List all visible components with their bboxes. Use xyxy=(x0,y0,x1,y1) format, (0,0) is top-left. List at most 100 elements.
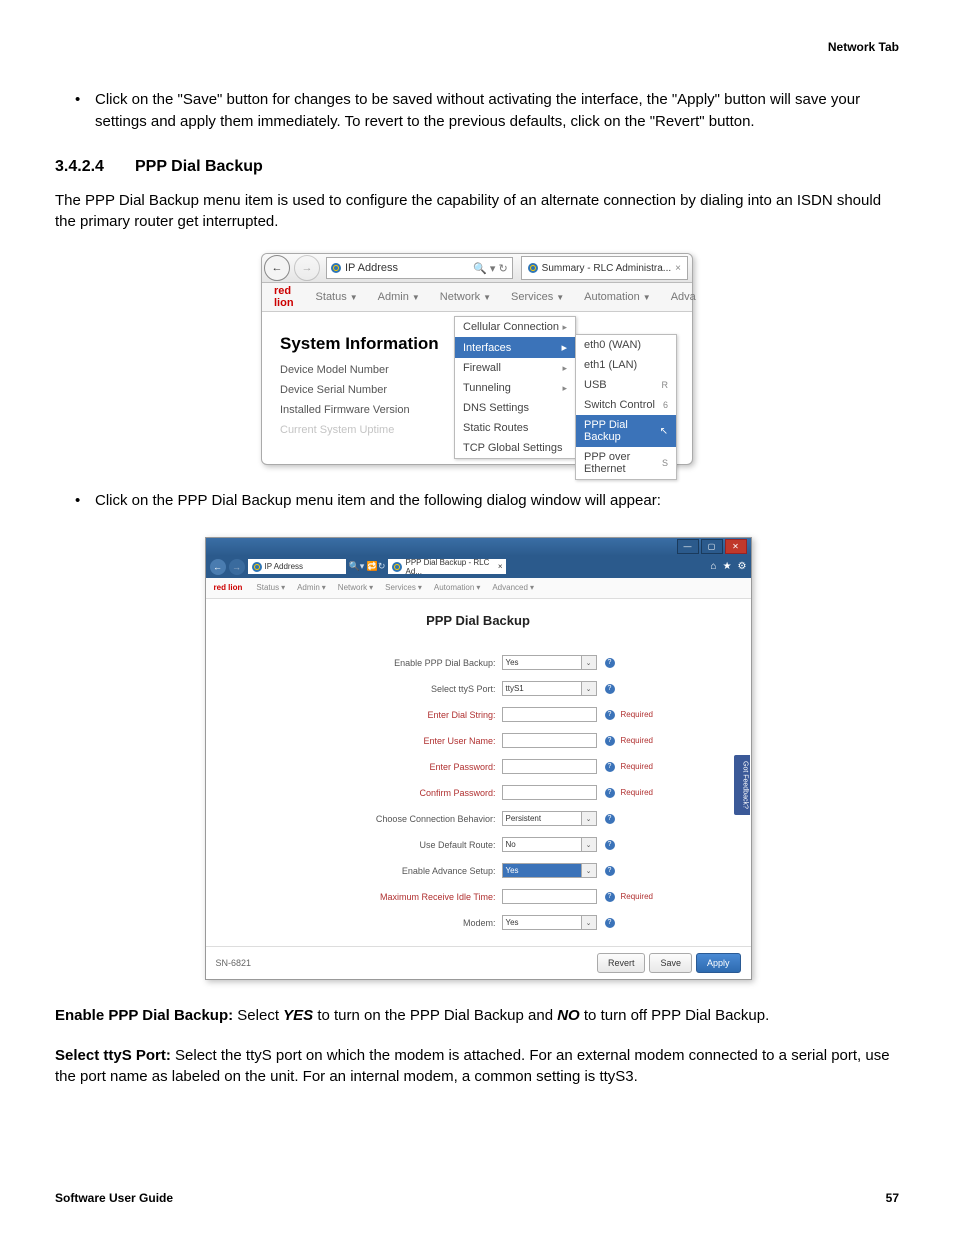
brand-logo: red lion xyxy=(274,285,294,309)
chevron-down-icon[interactable]: ⌄ xyxy=(581,656,596,669)
dd-item-tcp-global[interactable]: TCP Global Settings xyxy=(455,438,575,458)
menu-network[interactable]: Network▼ xyxy=(440,291,491,303)
forward-button[interactable]: → xyxy=(229,559,245,575)
help-icon[interactable]: ? xyxy=(605,814,615,824)
app-menubar: red lion Status▾ Admin▾ Network▾ Service… xyxy=(206,578,751,599)
input-modem[interactable]: Yes⌄ xyxy=(502,915,597,930)
system-information-panel: System Information Device Model Number D… xyxy=(280,334,439,444)
maximize-button[interactable]: ▢ xyxy=(701,539,723,554)
mid-bullet-text: Click on the PPP Dial Backup menu item a… xyxy=(95,490,899,512)
brand-logo: red lion xyxy=(214,583,243,592)
input-user[interactable] xyxy=(502,733,597,748)
label-user: Enter User Name: xyxy=(206,736,502,746)
close-button[interactable]: ✕ xyxy=(725,539,747,554)
dd-item-ppp-dial-backup[interactable]: PPP Dial Backup↖ xyxy=(576,415,676,447)
dd-item-tunneling[interactable]: Tunneling▸ xyxy=(455,378,575,398)
field-user: Enter User Name:? Required xyxy=(206,728,751,754)
menu-services[interactable]: Services▼ xyxy=(511,291,564,303)
required-label: Required xyxy=(621,710,653,719)
intro-bullet-text: Click on the "Save" button for changes t… xyxy=(95,89,899,133)
home-icon[interactable]: ⌂ xyxy=(711,561,717,572)
dd-item-switch-control[interactable]: Switch Control6 xyxy=(576,395,676,415)
input-dial[interactable] xyxy=(502,707,597,722)
input-ttys[interactable]: ttyS1⌄ xyxy=(502,681,597,696)
menu-network[interactable]: Network▾ xyxy=(338,583,373,592)
forward-button[interactable]: → xyxy=(294,255,320,281)
input-behavior[interactable]: Persistent⌄ xyxy=(502,811,597,826)
dd-item-usb[interactable]: USBR xyxy=(576,375,676,395)
input-pass[interactable] xyxy=(502,759,597,774)
chevron-down-icon[interactable]: ⌄ xyxy=(581,864,596,877)
help-icon[interactable]: ? xyxy=(605,918,615,928)
dd-item-ppp-over-ethernet[interactable]: PPP over EthernetS xyxy=(576,447,676,479)
ie-icon xyxy=(331,263,341,273)
label-behavior: Choose Connection Behavior: xyxy=(206,814,502,824)
browser-tab[interactable]: Summary - RLC Administra... × xyxy=(521,256,688,280)
address-bar[interactable]: IP Address xyxy=(248,559,346,574)
dd-item-firewall[interactable]: Firewall▸ xyxy=(455,358,575,378)
apply-button[interactable]: Apply xyxy=(696,953,741,973)
menu-advanced[interactable]: Advanced▾ xyxy=(492,583,534,592)
feedback-tab[interactable]: Got Feedback? xyxy=(734,755,750,815)
dd-item-cellular[interactable]: Cellular Connection▸ xyxy=(455,317,575,337)
menu-admin[interactable]: Admin▼ xyxy=(378,291,420,303)
help-icon[interactable]: ? xyxy=(605,788,615,798)
menu-advanced[interactable]: Adva xyxy=(671,291,696,303)
field-dial: Enter Dial String:?Required xyxy=(206,702,751,728)
help-icon[interactable]: ? xyxy=(605,866,615,876)
browser-tab[interactable]: PPP Dial Backup - RLC Ad... × xyxy=(388,559,506,574)
tab-title: Summary - RLC Administra... xyxy=(542,263,671,274)
gear-icon[interactable]: ⚙ xyxy=(738,561,747,572)
close-icon[interactable]: × xyxy=(675,263,681,274)
section-paragraph: The PPP Dial Backup menu item is used to… xyxy=(55,190,899,234)
menu-status[interactable]: Status▼ xyxy=(316,291,358,303)
minimize-button[interactable]: — xyxy=(677,539,699,554)
help-icon[interactable]: ? xyxy=(605,658,615,668)
input-idle[interactable] xyxy=(502,889,597,904)
menu-automation[interactable]: Automation▾ xyxy=(434,583,480,592)
dd-item-eth0[interactable]: eth0 (WAN) xyxy=(576,335,676,355)
address-bar[interactable]: IP Address 🔍 ▾ ↻ xyxy=(326,257,513,279)
interfaces-submenu[interactable]: eth0 (WAN) eth1 (LAN) USBR Switch Contro… xyxy=(575,334,677,480)
mid-bullet: • Click on the PPP Dial Backup menu item… xyxy=(75,490,899,512)
close-icon[interactable]: × xyxy=(498,562,503,571)
field-route: Use Default Route:No⌄? xyxy=(206,832,751,858)
save-button[interactable]: Save xyxy=(649,953,692,973)
dd-item-eth1[interactable]: eth1 (LAN) xyxy=(576,355,676,375)
back-button[interactable]: ← xyxy=(264,255,290,281)
help-icon[interactable]: ? xyxy=(605,762,615,772)
input-route[interactable]: No⌄ xyxy=(502,837,597,852)
row-firmware: Installed Firmware Version xyxy=(280,404,439,416)
chevron-down-icon[interactable]: ⌄ xyxy=(581,682,596,695)
dd-item-interfaces[interactable]: Interfaces▸ xyxy=(455,337,575,358)
back-button[interactable]: ← xyxy=(210,559,226,575)
revert-button[interactable]: Revert xyxy=(597,953,646,973)
page-header: Network Tab xyxy=(55,40,899,54)
chevron-down-icon[interactable]: ⌄ xyxy=(581,916,596,929)
required-label: Required xyxy=(621,736,653,745)
help-icon[interactable]: ? xyxy=(605,840,615,850)
menu-status[interactable]: Status▾ xyxy=(256,583,285,592)
chevron-down-icon[interactable]: ⌄ xyxy=(581,812,596,825)
help-icon[interactable]: ? xyxy=(605,892,615,902)
chevron-down-icon[interactable]: ⌄ xyxy=(581,838,596,851)
search-icon[interactable]: 🔍 ▾ ↻ xyxy=(473,262,508,275)
label-modem: Modem: xyxy=(206,918,502,928)
menu-services[interactable]: Services▾ xyxy=(385,583,422,592)
help-icon[interactable]: ? xyxy=(605,710,615,720)
dd-item-static-routes[interactable]: Static Routes xyxy=(455,418,575,438)
help-icon[interactable]: ? xyxy=(605,736,615,746)
bullet-dot: • xyxy=(75,89,95,133)
input-adv[interactable]: Yes⌄ xyxy=(502,863,597,878)
menu-automation[interactable]: Automation▼ xyxy=(584,291,651,303)
browser-toolbar: ← → IP Address 🔍 ▾ ↻ Summary - RLC Admin… xyxy=(262,254,692,283)
search-refresh-icons[interactable]: 🔍▾ 🔁↻ xyxy=(349,561,386,572)
network-dropdown[interactable]: Cellular Connection▸ Interfaces▸ Firewal… xyxy=(454,316,576,459)
favorite-icon[interactable]: ★ xyxy=(723,561,732,572)
input-enable[interactable]: Yes⌄ xyxy=(502,655,597,670)
ie-icon xyxy=(528,263,538,273)
input-cpass[interactable] xyxy=(502,785,597,800)
menu-admin[interactable]: Admin▾ xyxy=(297,583,326,592)
help-icon[interactable]: ? xyxy=(605,684,615,694)
dd-item-dns[interactable]: DNS Settings xyxy=(455,398,575,418)
